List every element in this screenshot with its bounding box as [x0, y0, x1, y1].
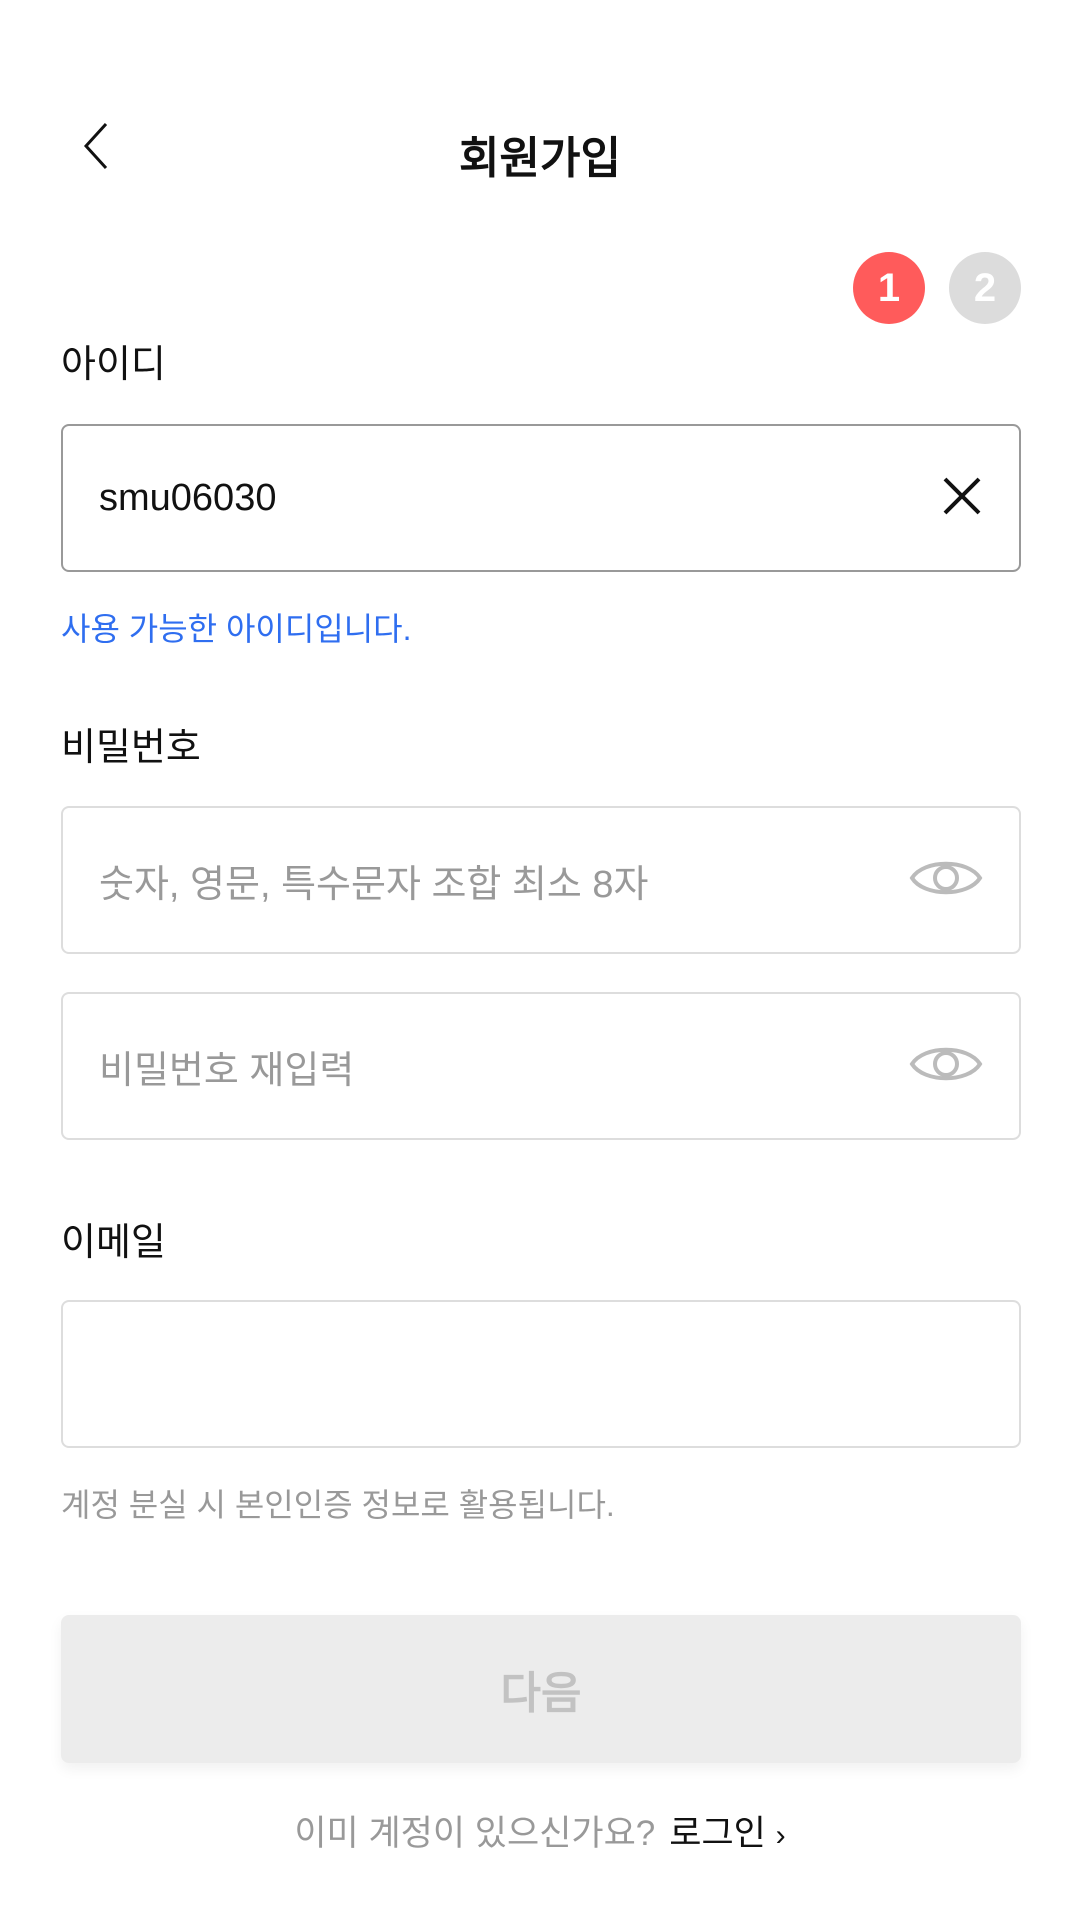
close-icon — [943, 477, 981, 514]
eye-icon — [909, 1047, 983, 1080]
page-title: 회원가입 — [459, 134, 621, 183]
show-password-toggle[interactable] — [909, 853, 983, 908]
password-placeholder: 숫자, 영문, 특수문자 조합 최소 8자 — [99, 863, 649, 906]
step-1-indicator: 1 — [853, 252, 925, 324]
id-status-message: 사용 가능한 아이디입니다. — [61, 611, 412, 647]
id-input-value: smu06030 — [99, 476, 277, 519]
email-input[interactable] — [61, 1300, 1021, 1448]
chevron-right-icon: › — [775, 1819, 786, 1852]
email-label: 이메일 — [61, 1222, 166, 1264]
login-link[interactable]: 로그인 › — [669, 1814, 785, 1853]
show-password-confirm-toggle[interactable] — [909, 1039, 983, 1094]
id-label: 아이디 — [61, 344, 166, 386]
login-prompt: 이미 계정이 있으신가요? 로그인 › — [0, 1805, 1080, 1856]
eye-icon — [909, 861, 983, 894]
login-link-label: 로그인 — [669, 1814, 766, 1853]
password-confirm-input[interactable]: 비밀번호 재입력 — [61, 992, 1021, 1140]
id-input[interactable]: smu06030 — [61, 424, 1021, 572]
password-input[interactable]: 숫자, 영문, 특수문자 조합 최소 8자 — [61, 806, 1021, 954]
clear-button[interactable] — [941, 475, 983, 522]
login-question: 이미 계정이 있으신가요? — [294, 1814, 656, 1853]
password-confirm-placeholder: 비밀번호 재입력 — [99, 1049, 355, 1092]
next-button[interactable]: 다음 — [61, 1615, 1021, 1763]
step-2-indicator: 2 — [949, 252, 1021, 324]
email-hint: 계정 분실 시 본인인증 정보로 활용됩니다. — [61, 1487, 615, 1523]
password-label: 비밀번호 — [61, 727, 201, 769]
